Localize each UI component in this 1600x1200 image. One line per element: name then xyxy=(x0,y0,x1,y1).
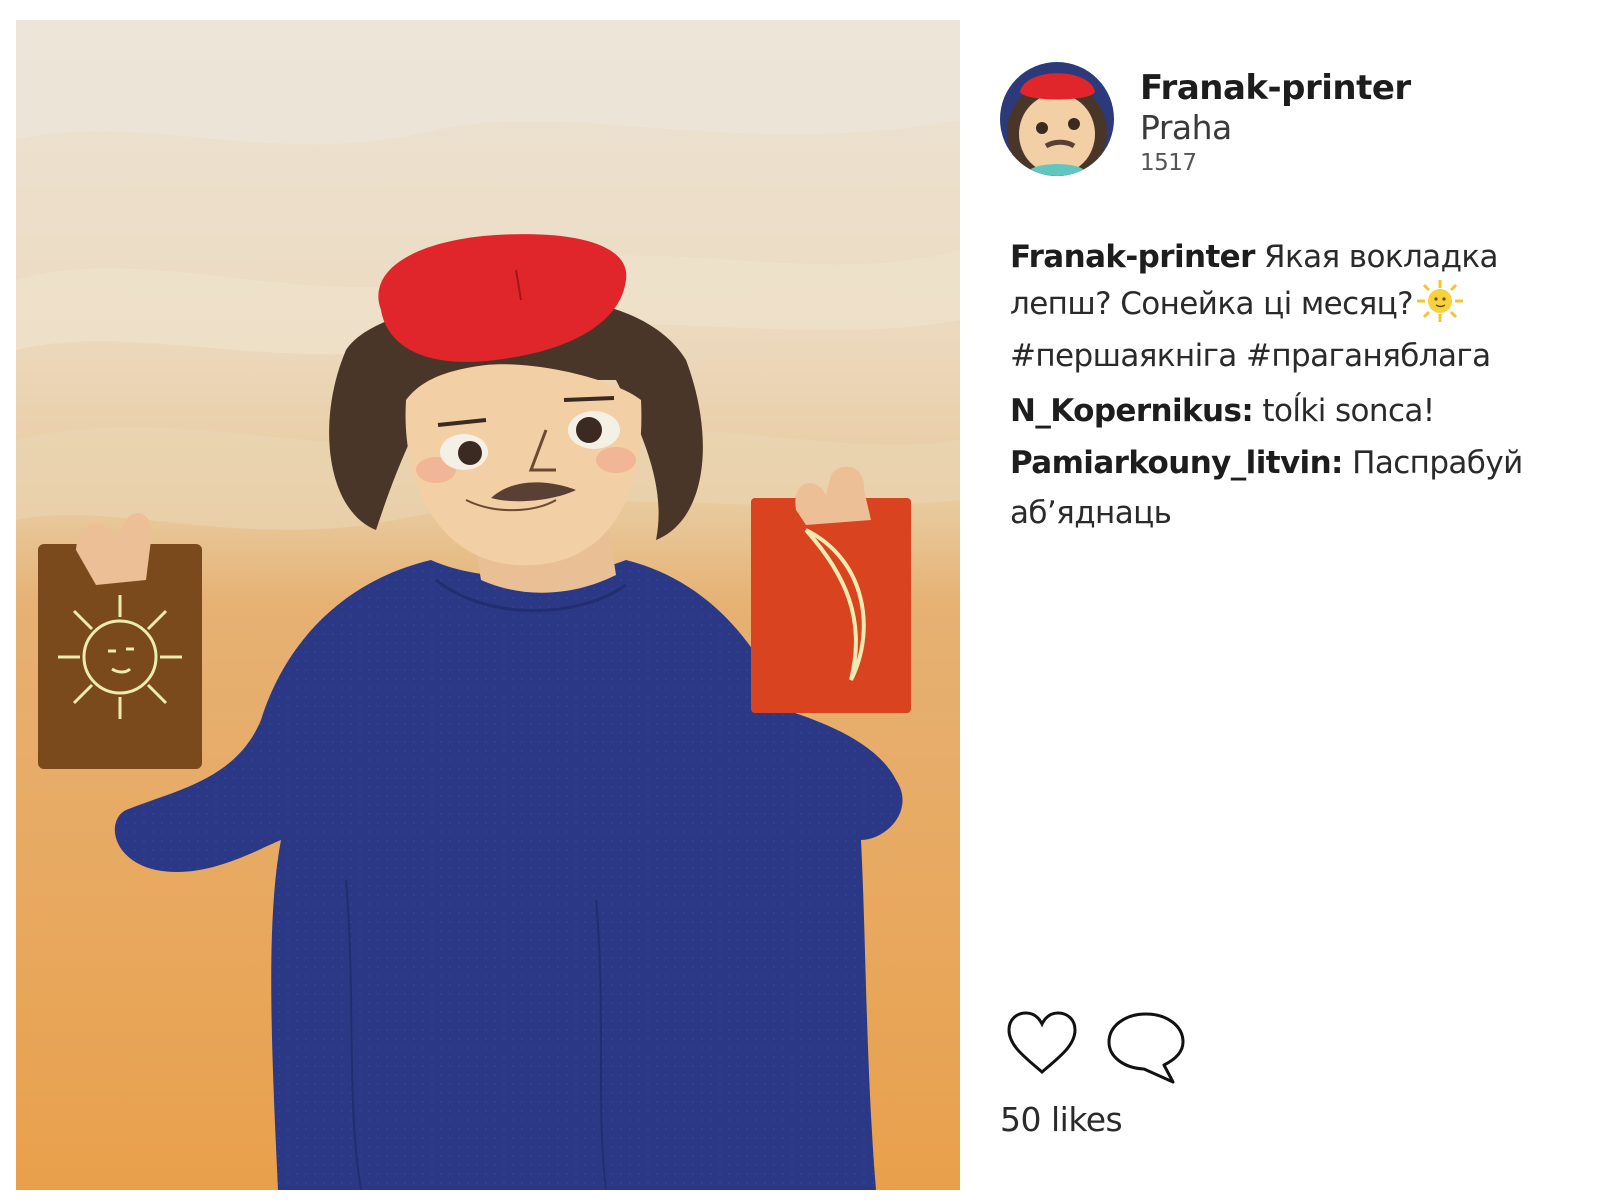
avatar-icon xyxy=(1000,62,1114,176)
post-actions xyxy=(1006,1010,1306,1100)
like-button[interactable] xyxy=(1006,1010,1078,1080)
comment-button[interactable] xyxy=(1106,1010,1186,1090)
illustration-printer-holding-books xyxy=(16,20,960,1190)
post-year: 1517 xyxy=(1140,150,1197,176)
post-photo[interactable] xyxy=(16,20,960,1190)
author-username[interactable]: Franak-printer xyxy=(1140,68,1411,108)
comment-item: N_Kopernikus: toĺki sonca! xyxy=(1010,386,1550,436)
likes-count[interactable]: 50 likes xyxy=(1000,1100,1123,1139)
comment-author[interactable]: N_Kopernikus: xyxy=(1010,393,1254,429)
heart-icon xyxy=(1007,1011,1077,1074)
comment-text: toĺki sonca! xyxy=(1262,393,1435,429)
sun-emoji-icon xyxy=(1415,278,1465,335)
comments-list: N_Kopernikus: toĺki sonca! Pamiarkouny_l… xyxy=(1010,386,1550,538)
author-avatar[interactable] xyxy=(1000,62,1114,176)
post-sidebar: Franak-printer Praha 1517 Franak-printer… xyxy=(1000,60,1560,1180)
post-caption: Franak-printer Якая вокладка лепш? Соней… xyxy=(1010,236,1550,377)
comment-author[interactable]: Pamiarkouny_litvin: xyxy=(1010,445,1343,481)
caption-hashtags[interactable]: #першаякніга #праганяблага xyxy=(1010,338,1491,374)
author-info: Franak-printer Praha 1517 xyxy=(1140,68,1411,178)
post-location[interactable]: Praha xyxy=(1140,108,1411,148)
comment-item: Pamiarkouny_litvin: Паспрабуй аб’яднаць xyxy=(1010,438,1550,538)
caption-author[interactable]: Franak-printer xyxy=(1010,239,1255,275)
comment-bubble-icon xyxy=(1107,1012,1185,1084)
